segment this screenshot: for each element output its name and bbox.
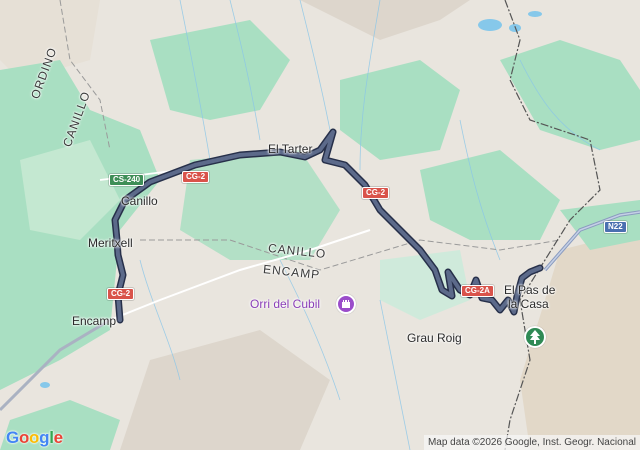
place-label-meritxell[interactable]: Meritxell xyxy=(88,236,133,250)
place-label-canillo[interactable]: Canillo xyxy=(121,194,158,208)
road-shield-cg2-south: CG-2 xyxy=(107,288,135,300)
map-attribution[interactable]: Map data ©2026 Google, Inst. Geogr. Naci… xyxy=(423,435,640,450)
road-shield-cg2a: CG-2A xyxy=(461,285,494,297)
map-canvas[interactable]: ORDINO CANILLO CANILLO ENCAMP El Tarter … xyxy=(0,0,640,450)
google-logo[interactable]: Google xyxy=(6,428,63,448)
place-label-la-casa[interactable]: la Casa xyxy=(508,297,549,311)
place-label-el-pas[interactable]: El Pas de xyxy=(504,283,555,297)
road-shield-cg2-east: CG-2 xyxy=(362,187,390,199)
terrain-layer xyxy=(0,0,640,450)
place-label-grau-roig[interactable]: Grau Roig xyxy=(407,331,462,345)
place-label-el-tarter[interactable]: El Tarter xyxy=(268,142,312,156)
castle-icon[interactable] xyxy=(336,294,356,314)
tree-icon[interactable] xyxy=(524,326,546,348)
poi-label-orri-del-cubil[interactable]: Orri del Cubil xyxy=(250,297,320,311)
road-shield-n22: N22 xyxy=(604,221,627,233)
road-shield-cg2-west: CG-2 xyxy=(182,171,210,183)
road-shield-cs240: CS-240 xyxy=(109,174,145,186)
place-label-encamp[interactable]: Encamp xyxy=(72,314,116,328)
